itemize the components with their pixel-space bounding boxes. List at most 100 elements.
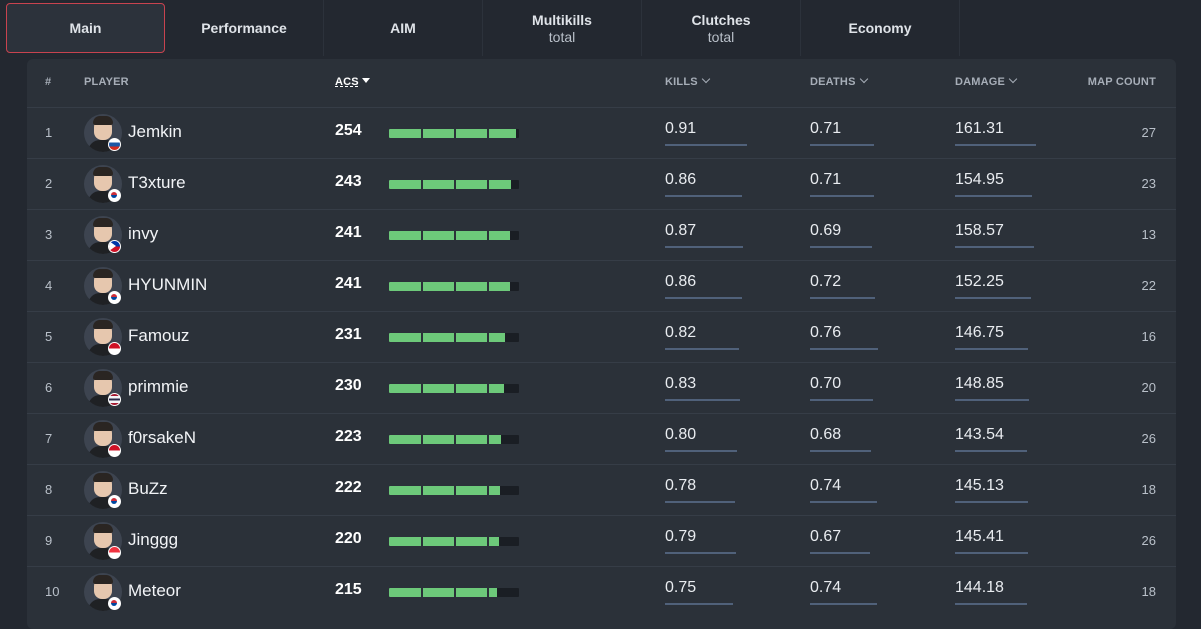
deaths-bar xyxy=(810,348,879,350)
tab-aim[interactable]: AIM xyxy=(324,0,483,56)
kills-bar xyxy=(665,348,739,350)
tab-main[interactable]: Main xyxy=(6,3,165,53)
acs-bar xyxy=(389,435,519,444)
column-header-deaths[interactable]: DEATHS xyxy=(810,74,868,88)
acs-bar-fill xyxy=(389,180,511,189)
player-name-link[interactable]: Meteor xyxy=(128,581,181,601)
acs-bar xyxy=(389,384,519,393)
map-count-value: 18 xyxy=(1141,584,1156,599)
player-rank: 8 xyxy=(45,482,53,497)
column-header-kills-label: KILLS xyxy=(665,76,698,88)
player-name-link[interactable]: BuZz xyxy=(128,479,168,499)
chevron-down-icon xyxy=(859,74,868,84)
acs-bar-divider xyxy=(454,282,456,291)
column-header-damage[interactable]: DAMAGE xyxy=(955,74,1018,88)
acs-bar-divider xyxy=(487,435,489,444)
avatar-hair xyxy=(93,473,113,482)
damage-bar xyxy=(955,348,1029,350)
table-row[interactable]: 7 f0rsakeN 223 0.80 0.68 143.54 26 xyxy=(27,413,1176,464)
column-header-acs-label: ACS xyxy=(335,76,359,88)
acs-bar-divider xyxy=(454,435,456,444)
damage-bar xyxy=(955,399,1030,401)
table-row[interactable]: 9 Jinggg 220 0.79 0.67 145.41 26 xyxy=(27,515,1176,566)
acs-bar-divider xyxy=(454,333,456,342)
column-header-acs[interactable]: ACS xyxy=(335,76,370,88)
tab-clutches[interactable]: Clutches total xyxy=(642,0,801,56)
deaths-bar xyxy=(810,603,877,605)
tab-multikills[interactable]: Multikills total xyxy=(483,0,642,56)
table-row[interactable]: 1 Jemkin 254 0.91 0.71 161.31 27 xyxy=(27,107,1176,158)
avatar-hair xyxy=(93,575,113,584)
deaths-value: 0.74 xyxy=(810,477,842,494)
acs-bar xyxy=(389,333,519,342)
table-row[interactable]: 8 BuZz 222 0.78 0.74 145.13 18 xyxy=(27,464,1176,515)
player-rank: 5 xyxy=(45,329,53,344)
acs-bar-fill xyxy=(389,537,499,546)
acs-bar-fill xyxy=(389,588,497,597)
kills-value: 0.78 xyxy=(665,477,697,494)
table-row[interactable]: 10 Meteor 215 0.75 0.74 144.18 18 xyxy=(27,566,1176,617)
kills-bar xyxy=(665,603,733,605)
map-count-value: 27 xyxy=(1141,125,1156,140)
tab-performance[interactable]: Performance xyxy=(165,0,324,56)
column-header-kills[interactable]: KILLS xyxy=(665,74,711,88)
player-name-link[interactable]: primmie xyxy=(128,377,188,397)
map-count-value: 26 xyxy=(1141,431,1156,446)
player-name-link[interactable]: f0rsakeN xyxy=(128,428,196,448)
acs-bar-divider xyxy=(487,333,489,342)
avatar-hair xyxy=(93,320,113,329)
tab-sublabel: total xyxy=(707,28,735,45)
table-row[interactable]: 6 primmie 230 0.83 0.70 148.85 20 xyxy=(27,362,1176,413)
russia-flag-icon xyxy=(108,138,121,151)
column-header-deaths-label: DEATHS xyxy=(810,76,856,88)
acs-bar-fill xyxy=(389,231,510,240)
table-header: # PLAYER ACS KILLS DEATHS DAMAGE MAP COU… xyxy=(27,59,1176,107)
kills-value: 0.91 xyxy=(665,120,697,137)
kills-bar xyxy=(665,450,737,452)
kills-value: 0.86 xyxy=(665,171,697,188)
acs-value: 220 xyxy=(335,530,362,547)
table-row[interactable]: 2 T3xture 243 0.86 0.71 154.95 23 xyxy=(27,158,1176,209)
player-rank: 9 xyxy=(45,533,53,548)
kills-bar xyxy=(665,195,743,197)
acs-bar-divider xyxy=(454,231,456,240)
acs-bar-divider xyxy=(487,588,489,597)
acs-bar-divider xyxy=(421,282,423,291)
column-header-rank: # xyxy=(45,76,52,88)
avatar-hair xyxy=(93,371,113,380)
acs-value: 215 xyxy=(335,581,362,598)
table-row[interactable]: 5 Famouz 231 0.82 0.76 146.75 16 xyxy=(27,311,1176,362)
avatar-hair xyxy=(93,269,113,278)
acs-bar xyxy=(389,129,519,138)
acs-bar-divider xyxy=(487,180,489,189)
damage-bar xyxy=(955,501,1028,503)
player-name-link[interactable]: Jemkin xyxy=(128,122,182,142)
player-name-link[interactable]: Jinggg xyxy=(128,530,178,550)
player-name-link[interactable]: HYUNMIN xyxy=(128,275,207,295)
damage-bar xyxy=(955,195,1033,197)
damage-bar xyxy=(955,552,1028,554)
player-rank: 3 xyxy=(45,227,53,242)
damage-value: 146.75 xyxy=(955,324,1004,341)
acs-bar-divider xyxy=(454,180,456,189)
table-row[interactable]: 3 invy 241 0.87 0.69 158.57 13 xyxy=(27,209,1176,260)
acs-value: 254 xyxy=(335,122,362,139)
tab-economy[interactable]: Economy xyxy=(801,0,960,56)
acs-bar xyxy=(389,231,519,240)
kills-value: 0.83 xyxy=(665,375,697,392)
table-row[interactable]: 4 HYUNMIN 241 0.86 0.72 152.25 22 xyxy=(27,260,1176,311)
acs-value: 231 xyxy=(335,326,362,343)
deaths-value: 0.76 xyxy=(810,324,842,341)
player-name-link[interactable]: invy xyxy=(128,224,158,244)
damage-value: 154.95 xyxy=(955,171,1004,188)
tab-label: Performance xyxy=(201,19,287,36)
player-name-link[interactable]: T3xture xyxy=(128,173,186,193)
tab-sublabel: total xyxy=(548,28,576,45)
deaths-bar xyxy=(810,246,873,248)
player-name-link[interactable]: Famouz xyxy=(128,326,189,346)
map-count-value: 18 xyxy=(1141,482,1156,497)
philippines-flag-icon xyxy=(108,240,121,253)
acs-bar-fill xyxy=(389,282,510,291)
kills-bar xyxy=(665,246,744,248)
deaths-bar xyxy=(810,297,875,299)
